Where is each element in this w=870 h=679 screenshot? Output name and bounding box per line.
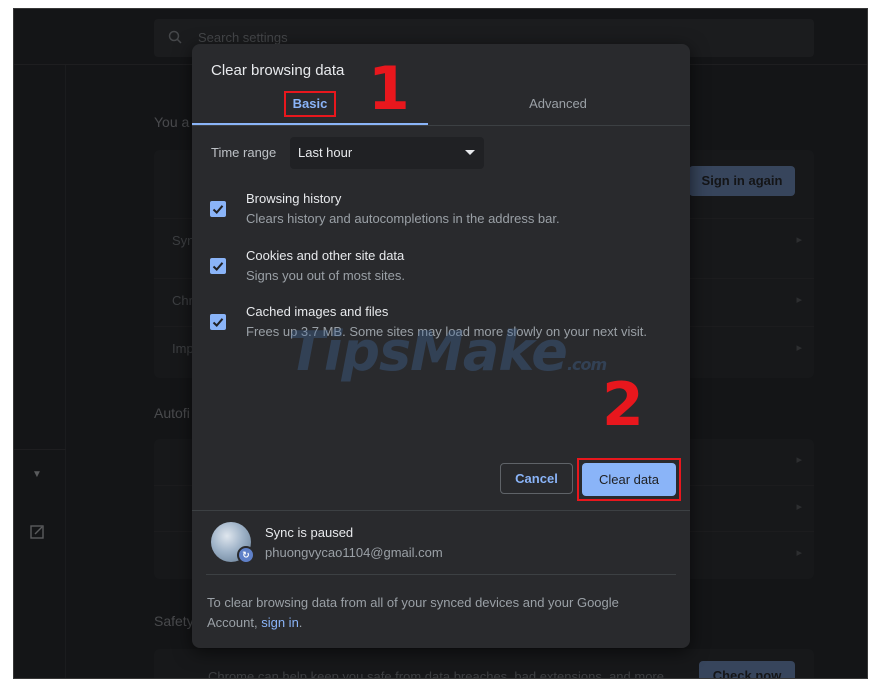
footer-note-end: .: [298, 615, 303, 630]
tab-advanced-label: Advanced: [529, 96, 587, 111]
option-title: Browsing history: [246, 191, 342, 206]
time-range-select[interactable]: Last hour: [290, 137, 484, 169]
checkbox-checked-icon[interactable]: [210, 314, 226, 330]
footer-note: To clear browsing data from all of your …: [207, 593, 647, 633]
option-title: Cached images and files: [246, 304, 389, 319]
time-range-label: Time range: [211, 145, 277, 160]
tab-basic-label: Basic: [283, 91, 337, 117]
clear-data-button[interactable]: Clear data: [582, 463, 676, 496]
tab-advanced[interactable]: Advanced: [440, 91, 676, 125]
checkbox-checked-icon[interactable]: [210, 201, 226, 217]
watermark: TipsMake.com: [288, 320, 607, 383]
tab-basic[interactable]: Basic: [192, 91, 428, 125]
option-description: Signs you out of most sites.: [246, 268, 405, 283]
sync-paused-badge-icon: ↻: [237, 546, 255, 564]
option-title: Cookies and other site data: [246, 248, 405, 263]
account-email: phuongvycao1104@gmail.com: [265, 545, 443, 560]
step-2-annotation: 2: [602, 370, 644, 440]
time-range-value: Last hour: [298, 145, 353, 160]
tab-divider: [192, 125, 690, 126]
watermark-suffix: .com: [566, 355, 607, 374]
footer-separator: [206, 574, 676, 575]
option-cookies[interactable]: Cookies and other site data Signs you ou…: [192, 246, 690, 302]
footer-divider: [192, 510, 690, 511]
option-description: Clears history and autocompletions in th…: [246, 211, 560, 226]
checkbox-checked-icon[interactable]: [210, 258, 226, 274]
dropdown-caret-icon: [465, 150, 475, 155]
sync-status: Sync is paused: [265, 525, 354, 540]
dialog-title: Clear browsing data: [211, 62, 345, 79]
clear-data-highlight: Clear data: [577, 458, 681, 501]
option-browsing-history[interactable]: Browsing history Clears history and auto…: [192, 189, 690, 245]
sign-in-link[interactable]: sign in: [261, 615, 299, 630]
clear-browsing-data-dialog: Clear browsing data 1 Basic Advanced Tim…: [192, 44, 690, 648]
watermark-text: TipsMake: [288, 320, 568, 383]
cancel-button[interactable]: Cancel: [500, 463, 573, 494]
